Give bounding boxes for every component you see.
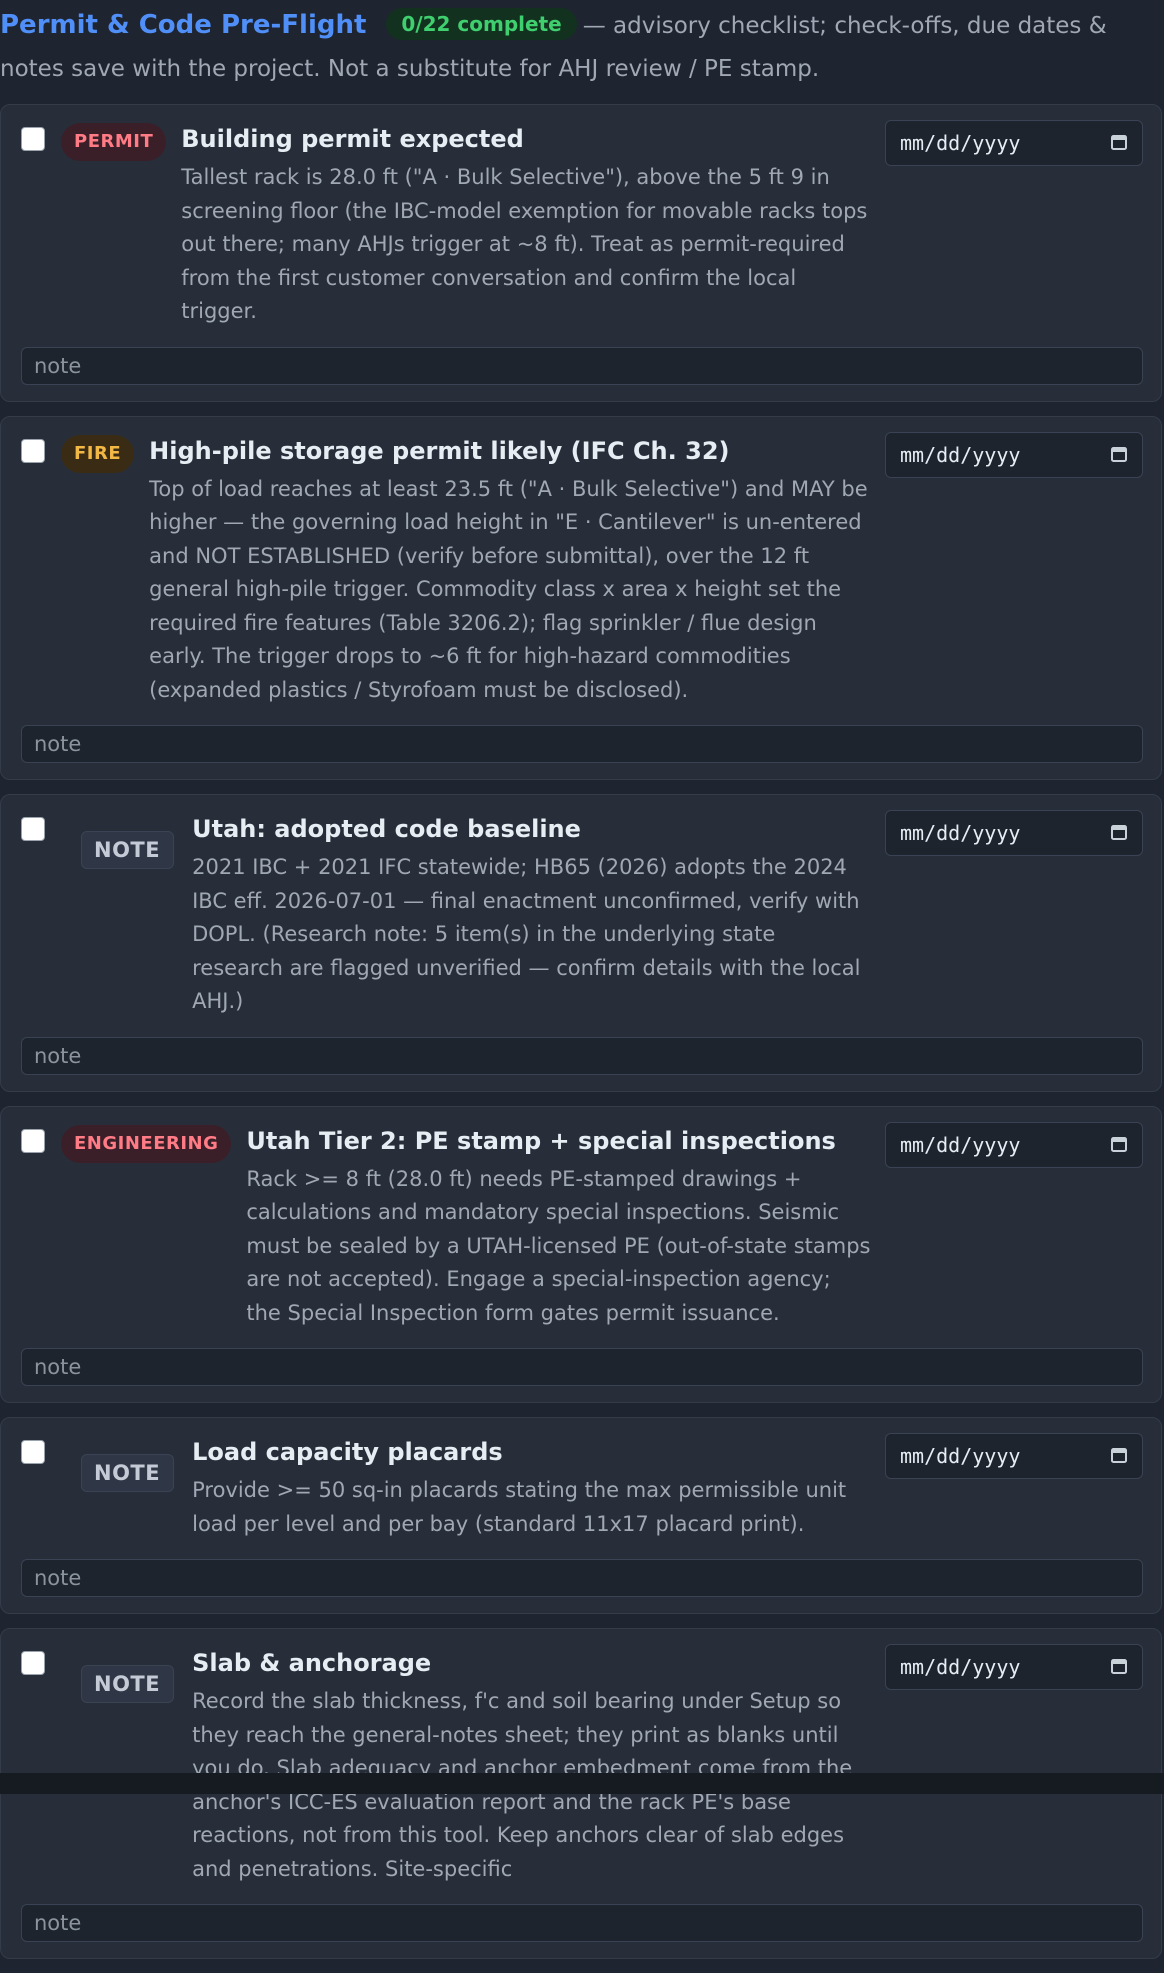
complete-checkbox[interactable] [21, 1128, 45, 1153]
due-date-input[interactable]: mm/dd/yyyy [885, 1644, 1143, 1690]
item-content: Utah Tier 2: PE stamp + special inspecti… [246, 1125, 871, 1331]
item-title: Building permit expected [181, 125, 524, 153]
calendar-icon[interactable] [1110, 1657, 1128, 1675]
calendar-icon[interactable] [1110, 133, 1128, 151]
date-placeholder: mm/dd/yyyy [900, 1655, 1021, 1679]
item-description: 2021 IBC + 2021 IFC statewide; HB65 (202… [192, 855, 861, 1013]
checklist-item: PERMIT Building permit expected Tallest … [0, 104, 1162, 402]
due-date-input[interactable]: mm/dd/yyyy [885, 1433, 1143, 1479]
date-placeholder: mm/dd/yyyy [900, 131, 1021, 155]
category-tag: NOTE [81, 831, 175, 869]
calendar-icon[interactable] [1110, 1446, 1128, 1464]
item-title: Utah: adopted code baseline [192, 815, 581, 843]
calendar-icon[interactable] [1110, 1135, 1128, 1153]
date-placeholder: mm/dd/yyyy [900, 1132, 1021, 1157]
due-date-input[interactable]: mm/dd/yyyy [885, 1121, 1143, 1168]
due-date-input[interactable]: mm/dd/yyyy [885, 431, 1143, 478]
complete-checkbox[interactable] [21, 1440, 45, 1464]
checklist: PERMIT Building permit expected Tallest … [0, 104, 1164, 1973]
date-placeholder: mm/dd/yyyy [900, 442, 1021, 467]
bottom-bar [0, 1773, 1164, 1794]
category-tag: ENGINEERING [61, 1124, 232, 1163]
item-description: Rack >= 8 ft (28.0 ft) needs PE-stamped … [246, 1166, 871, 1325]
complete-checkbox[interactable] [21, 1651, 45, 1675]
item-title: Slab & anchorage [192, 1649, 432, 1677]
item-content: High-pile storage permit likely (IFC Ch.… [149, 435, 871, 708]
category-tag: PERMIT [61, 123, 167, 161]
category-tag: FIRE [61, 434, 135, 473]
item-content: Building permit expected Tallest rack is… [181, 123, 871, 329]
calendar-icon[interactable] [1110, 445, 1128, 463]
item-description: Provide >= 50 sq-in placards stating the… [192, 1478, 847, 1536]
note-input[interactable]: note [21, 1904, 1143, 1942]
checklist-item: FIRE High-pile storage permit likely (IF… [0, 415, 1162, 780]
item-title: Utah Tier 2: PE stamp + special inspecti… [246, 1126, 836, 1155]
checklist-item: ENGINEERING Utah Tier 2: PE stamp + spec… [0, 1105, 1162, 1403]
page-title: Permit & Code Pre-Flight [0, 10, 367, 40]
checklist-item: NOTE Load capacity placards Provide >= 5… [0, 1417, 1162, 1614]
category-tag: NOTE [81, 1454, 175, 1492]
date-placeholder: mm/dd/yyyy [900, 821, 1021, 845]
item-content: Utah: adopted code baseline 2021 IBC + 2… [192, 813, 871, 1019]
item-content: Load capacity placards Provide >= 50 sq-… [192, 1436, 871, 1541]
checklist-item: NOTE Utah: adopted code baseline 2021 IB… [0, 794, 1162, 1092]
due-date-input[interactable]: mm/dd/yyyy [885, 120, 1143, 166]
note-input[interactable]: note [21, 725, 1143, 763]
note-input[interactable]: note [21, 1348, 1143, 1386]
progress-badge: 0/22 complete [386, 8, 577, 40]
calendar-icon[interactable] [1110, 823, 1128, 841]
page-header: Permit & Code Pre-Flight 0/22 complete — a… [0, 0, 1164, 91]
note-input[interactable]: note [21, 1036, 1143, 1075]
note-input[interactable]: note [21, 1559, 1143, 1597]
item-description: Tallest rack is 28.0 ft ("A · Bulk Selec… [181, 165, 868, 323]
category-tag: NOTE [81, 1665, 175, 1703]
item-description: Top of load reaches at least 23.5 ft ("A… [149, 476, 868, 702]
complete-checkbox[interactable] [21, 817, 45, 841]
item-title: Load capacity placards [192, 1438, 503, 1466]
due-date-input[interactable]: mm/dd/yyyy [885, 810, 1143, 856]
complete-checkbox[interactable] [21, 438, 45, 463]
date-placeholder: mm/dd/yyyy [900, 1444, 1021, 1468]
item-content: Slab & anchorage Record the slab thickne… [192, 1647, 871, 1886]
note-input[interactable]: note [21, 346, 1143, 385]
complete-checkbox[interactable] [21, 127, 45, 151]
item-title: High-pile storage permit likely (IFC Ch.… [149, 436, 730, 465]
